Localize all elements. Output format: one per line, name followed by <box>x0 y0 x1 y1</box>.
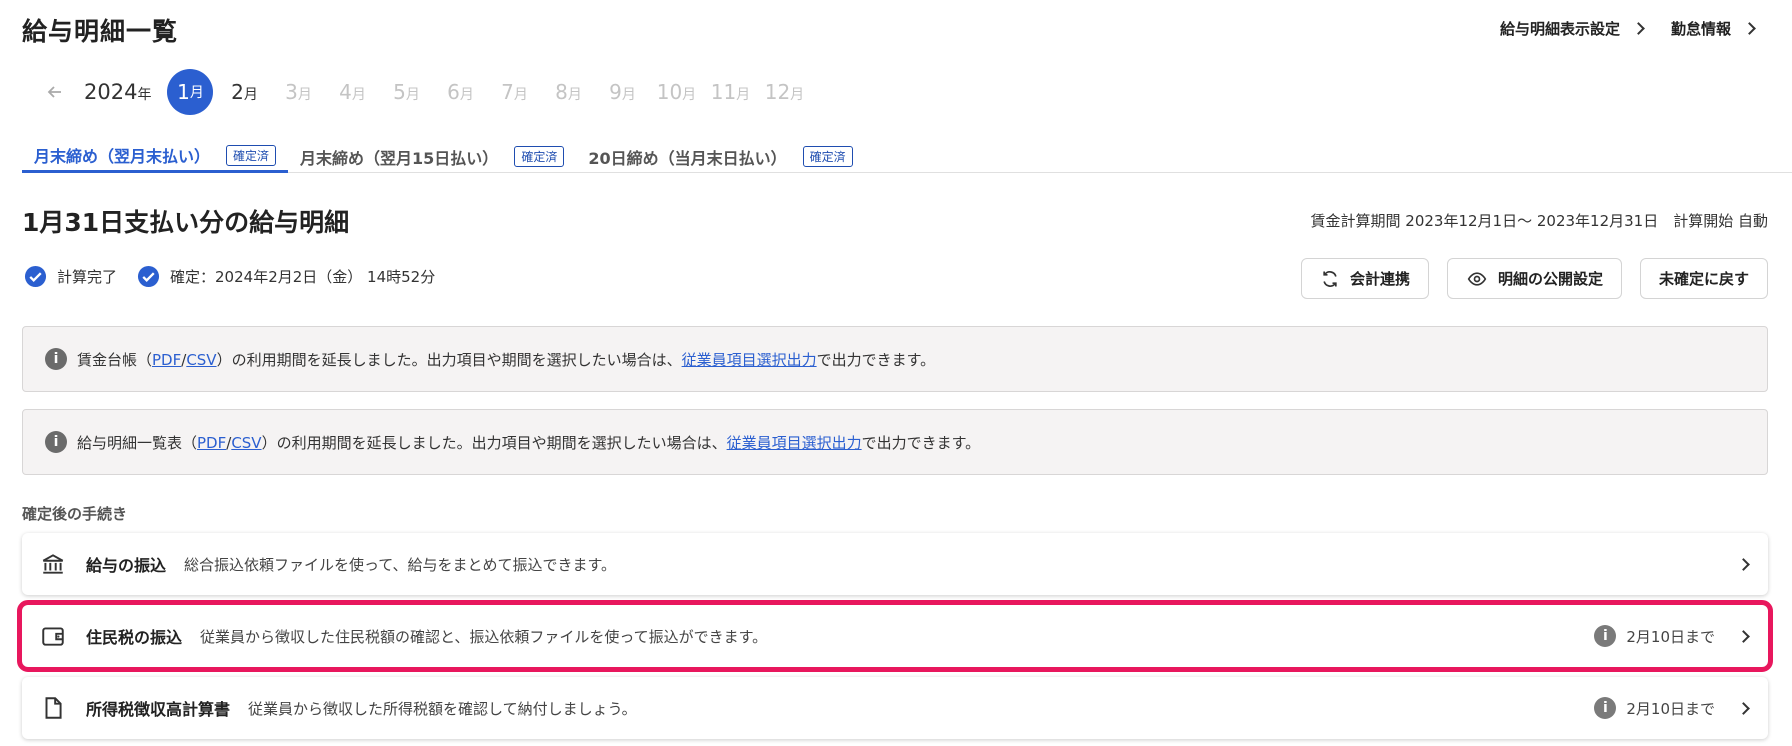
status-text: 計算完了 <box>57 268 118 286</box>
chevron-right-icon <box>1743 22 1756 35</box>
month-9: 9月 <box>609 80 636 104</box>
procedure-right <box>1725 557 1768 571</box>
procedure-description: 総合振込依頼ファイルを使って、給与をまとめて振込できます。 <box>184 555 617 574</box>
csv-link[interactable]: CSV <box>231 434 261 452</box>
document-icon <box>45 697 62 719</box>
month-1[interactable]: 1月 <box>167 69 214 115</box>
due-date: 2月10日まで <box>1626 627 1715 646</box>
payslip-display-settings-label: 給与明細表示設定 <box>1499 20 1620 38</box>
pdf-link[interactable]: PDF <box>152 351 181 369</box>
month-7: 7月 <box>501 80 528 104</box>
check-circle-icon <box>24 265 47 288</box>
top-links: 給与明細表示設定 勤怠情報 <box>1499 18 1756 39</box>
status-text: 確定：2024年2月2日（金） 14時52分 <box>170 268 436 286</box>
chevron-right-icon <box>1737 629 1750 643</box>
button-label: 明細の公開設定 <box>1497 270 1603 288</box>
notice-text: 給与明細一覧表（PDF/CSV）の利用期間を延長しました。出力項目や期間を選択し… <box>77 433 981 452</box>
section-title: 1月31日支払い分の給与明細 <box>22 208 350 237</box>
csv-link[interactable]: CSV <box>186 351 216 369</box>
status-badge: 確定済 <box>802 146 853 167</box>
due-date: 2月10日まで <box>1626 699 1715 718</box>
wallet-icon <box>42 627 64 646</box>
info-icon: i <box>45 348 67 370</box>
status-row: 計算完了 確定：2024年2月2日（金） 14時52分 <box>24 265 435 288</box>
chevron-right-icon <box>1737 557 1750 571</box>
month-4: 4月 <box>339 80 366 104</box>
notice-text: 賃金台帳（PDF/CSV）の利用期間を延長しました。出力項目や期間を選択したい場… <box>77 350 936 369</box>
action-buttons: 会計連携 明細の公開設定 未確定に戻す <box>1300 258 1768 299</box>
status-calculated: 計算完了 <box>24 265 117 288</box>
resident-tax-transfer-item[interactable]: 住民税の振込 従業員から徴収した住民税額の確認と、振込依頼ファイルを使って振込が… <box>17 600 1773 672</box>
status-confirmed: 確定：2024年2月2日（金） 14時52分 <box>137 265 435 288</box>
publish-settings-button[interactable]: 明細の公開設定 <box>1446 258 1622 299</box>
year-label: 2024年 <box>84 80 152 104</box>
procedures-label: 確定後の手続き <box>22 505 128 523</box>
chevron-right-icon <box>1632 22 1645 35</box>
closing-tabs: 月末締め（翌月末払い） 確定済 月末締め（翌月15日払い） 確定済 20日締め（… <box>22 140 1792 173</box>
tab-month-end-next-month-end[interactable]: 月末締め（翌月末払い） 確定済 <box>22 140 289 173</box>
eye-icon <box>1467 271 1487 286</box>
month-10: 10月 <box>656 80 697 104</box>
month-3: 3月 <box>285 80 312 104</box>
status-badge: 確定済 <box>514 146 565 167</box>
income-tax-statement-item[interactable]: 所得税徴収高計算書 従業員から徴収した所得税額を確認して納付しましょう。 i 2… <box>22 677 1768 739</box>
tab-20th-close-month-end[interactable]: 20日締め（当月末日払い） 確定済 <box>576 140 864 173</box>
revert-to-unconfirmed-button[interactable]: 未確定に戻す <box>1639 258 1768 299</box>
month-6: 6月 <box>447 80 474 104</box>
employee-item-export-link[interactable]: 従業員項目選択出力 <box>682 351 817 369</box>
tab-label: 月末締め（翌月15日払い） <box>300 148 499 168</box>
accounting-integration-button[interactable]: 会計連携 <box>1300 258 1429 299</box>
button-label: 会計連携 <box>1349 270 1410 288</box>
month-11: 11月 <box>710 80 751 104</box>
procedure-description: 従業員から徴収した所得税額を確認して納付しましょう。 <box>248 699 637 718</box>
tab-month-end-next-15th[interactable]: 月末締め（翌月15日払い） 確定済 <box>288 140 576 173</box>
tab-label: 20日締め（当月末日払い） <box>588 148 787 168</box>
attendance-info-link[interactable]: 勤怠情報 <box>1670 18 1756 39</box>
pdf-link[interactable]: PDF <box>197 434 226 452</box>
sync-icon <box>1323 270 1337 287</box>
tab-label: 月末締め（翌月末払い） <box>34 147 211 166</box>
procedure-right: i 2月10日まで <box>1594 697 1768 719</box>
attendance-info-label: 勤怠情報 <box>1670 20 1731 38</box>
procedure-title: 給与の振込 <box>86 556 167 575</box>
month-5: 5月 <box>393 80 420 104</box>
employee-item-export-link[interactable]: 従業員項目選択出力 <box>727 434 862 452</box>
payslip-display-settings-link[interactable]: 給与明細表示設定 <box>1499 18 1645 39</box>
info-icon: i <box>1594 697 1617 719</box>
page-title: 給与明細一覧 <box>22 17 179 46</box>
arrow-left-icon[interactable] <box>44 81 66 103</box>
bank-icon <box>42 554 64 574</box>
check-circle-icon <box>137 265 160 288</box>
procedure-title: 住民税の振込 <box>86 628 183 647</box>
chevron-right-icon <box>1737 701 1750 715</box>
calculation-period: 賃金計算期間 2023年12月1日〜 2023年12月31日 計算開始 自動 <box>1310 212 1768 230</box>
procedure-title: 所得税徴収高計算書 <box>86 700 231 719</box>
procedure-description: 従業員から徴収した住民税額の確認と、振込依頼ファイルを使って振込ができます。 <box>200 627 768 646</box>
info-icon: i <box>1594 625 1617 647</box>
button-label: 未確定に戻す <box>1658 270 1749 288</box>
info-icon: i <box>45 431 67 453</box>
procedure-right: i 2月10日まで <box>1594 625 1768 647</box>
status-badge: 確定済 <box>226 144 277 166</box>
ledger-notice: i 賃金台帳（PDF/CSV）の利用期間を延長しました。出力項目や期間を選択した… <box>22 326 1768 392</box>
salary-transfer-item[interactable]: 給与の振込 総合振込依頼ファイルを使って、給与をまとめて振込できます。 <box>22 533 1768 595</box>
payslip-list-notice: i 給与明細一覧表（PDF/CSV）の利用期間を延長しました。出力項目や期間を選… <box>22 409 1768 475</box>
month-12: 12月 <box>764 80 805 104</box>
month-list: 1 月 2月 3月 4月 5月 6月 7月 8月 9月 10月 11月 12月 <box>163 69 811 115</box>
month-navigation: 2024年 1 月 2月 3月 4月 5月 6月 7月 8月 9月 10月 11月 12月 <box>44 69 811 115</box>
month-2[interactable]: 2月 <box>217 80 271 104</box>
month-8: 8月 <box>555 80 582 104</box>
